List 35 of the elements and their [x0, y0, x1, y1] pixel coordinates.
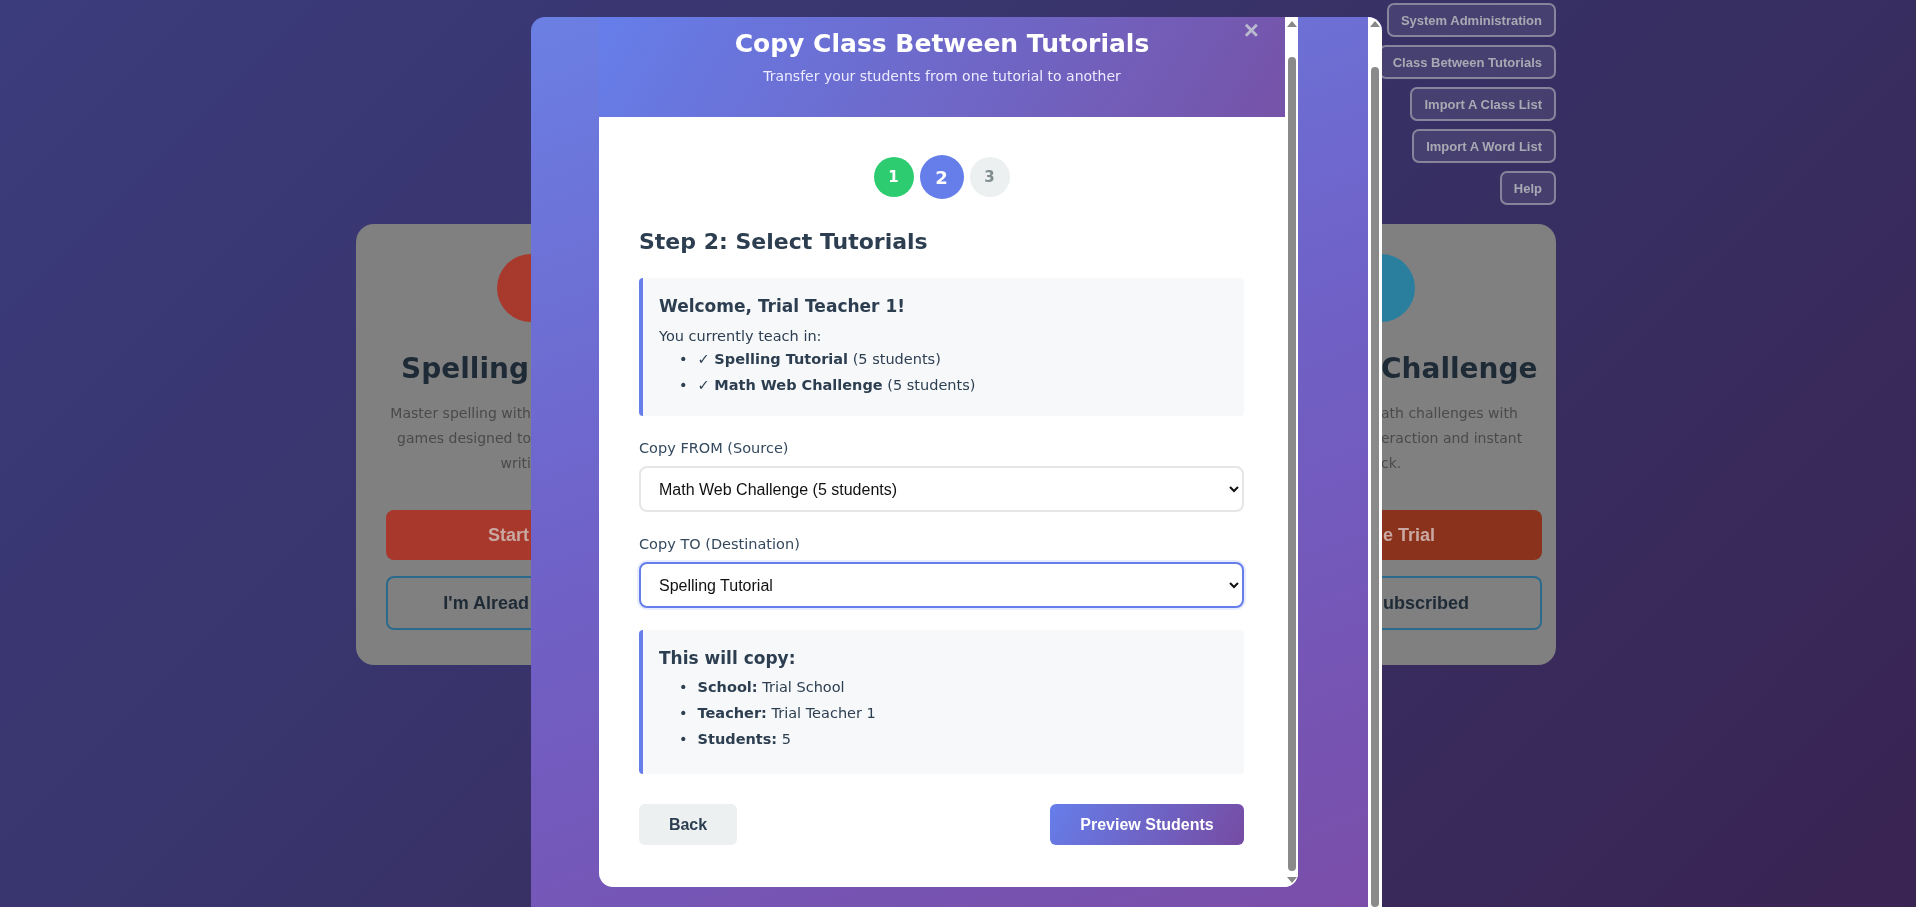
nav-button[interactable]: Import A Word List	[1412, 129, 1556, 163]
step-heading: Step 2: Select Tutorials	[639, 229, 929, 254]
step-indicator: 3	[969, 157, 1010, 197]
nav-button[interactable]: Help	[1499, 171, 1556, 205]
start-button[interactable]: e Trial	[1381, 510, 1542, 560]
card-title: Challenge	[1381, 352, 1538, 385]
step-indicator: 2	[919, 155, 964, 199]
tutorial-select[interactable]: Spelling Tutorial	[639, 562, 1244, 608]
nav-button[interactable]: Import A Class List	[1410, 87, 1556, 121]
bullet: •	[679, 730, 688, 749]
tutorial-select[interactable]: Math Web Challenge (5 students)	[639, 466, 1244, 512]
bullet: •	[679, 376, 688, 395]
bullet: •	[679, 350, 688, 369]
modal-subtitle: Transfer your students from one tutorial to another	[763, 68, 1121, 84]
summary-title: This will copy:	[659, 648, 797, 668]
tutorial-item: ✓ Spelling Tutorial (5 students)	[697, 350, 941, 369]
summary-item: Students: 5	[697, 730, 791, 749]
scrollbar[interactable]	[1368, 17, 1382, 907]
nav-button[interactable]: System Administration	[1386, 3, 1556, 37]
card-title: Spelling	[401, 352, 529, 385]
field-label: Copy TO (Destination)	[639, 536, 801, 552]
summary-item: School: Trial School	[697, 678, 845, 697]
preview-button[interactable]: Preview Students	[1050, 804, 1244, 845]
start-button[interactable]: Start	[386, 510, 531, 560]
tutorial-item: ✓ Math Web Challenge (5 students)	[697, 376, 976, 395]
close-button[interactable]: ×	[1239, 17, 1263, 45]
summary-item: Teacher: Trial Teacher 1	[697, 704, 876, 723]
field-label: Copy FROM (Source)	[639, 440, 790, 456]
bullet: •	[679, 678, 688, 697]
welcome-title: Welcome, Trial Teacher 1!	[659, 296, 906, 316]
modal-title: Copy Class Between Tutorials	[734, 29, 1150, 58]
intro-text: You currently teach in:	[659, 328, 823, 344]
step-indicator: 1	[873, 157, 914, 197]
bullet: •	[679, 704, 688, 723]
back-button[interactable]: Back	[639, 804, 737, 845]
